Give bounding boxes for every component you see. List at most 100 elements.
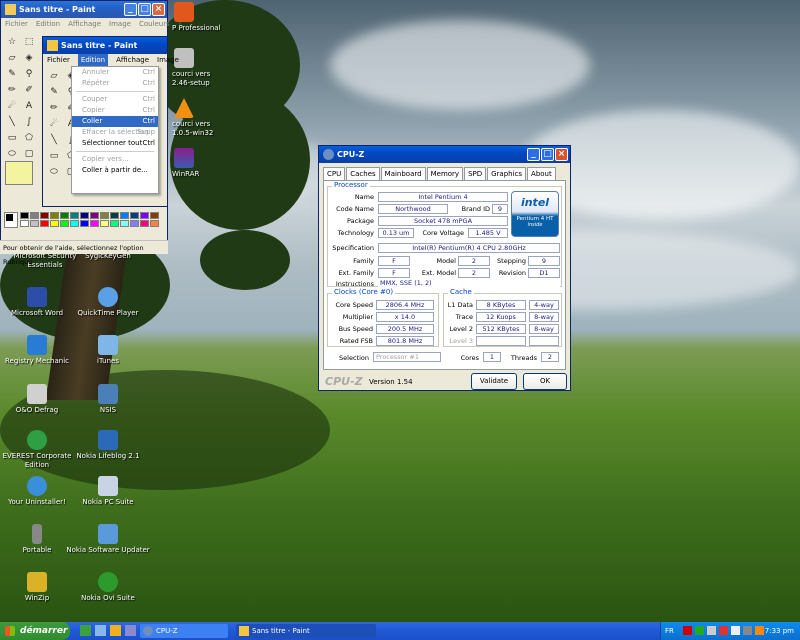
color-swatch[interactable] (120, 220, 129, 227)
color-swatch[interactable] (140, 220, 149, 227)
task-cpuz[interactable]: CPU-Z (140, 624, 228, 638)
quicklaunch-icon[interactable] (125, 625, 136, 636)
horizontal-scrollbar[interactable] (79, 193, 159, 201)
minimize-button[interactable]: _ (527, 148, 540, 161)
desktop-icon-ovi-suite[interactable]: Nokia Ovi Suite (63, 572, 153, 603)
tray-icon[interactable] (743, 626, 752, 635)
pencil-tool-icon[interactable]: ✏ (46, 101, 62, 116)
menu-item-copier[interactable]: Copier Ctrl (72, 105, 158, 116)
menu-fichier[interactable]: Fichier (5, 18, 28, 30)
eraser-tool-icon[interactable]: ▱ (46, 69, 62, 84)
curve-tool-icon[interactable]: ∫ (21, 115, 37, 130)
menu-affichage[interactable]: Affichage (68, 18, 101, 30)
color-swatch[interactable] (100, 220, 109, 227)
menu-item-copier-vers[interactable]: Copier vers... (72, 154, 158, 165)
color-swatch[interactable] (110, 212, 119, 219)
menu-item-coller[interactable]: Coller Ctrl (72, 116, 158, 127)
polygon-tool-icon[interactable]: ⬠ (21, 131, 37, 146)
desktop-icon-quicktime[interactable]: QuickTime Player (63, 287, 153, 318)
maximize-button[interactable]: □ (138, 3, 151, 16)
menu-edition[interactable]: Edition (36, 18, 60, 30)
color-swatch[interactable] (130, 220, 139, 227)
color-swatch[interactable] (60, 212, 69, 219)
tab-memory[interactable]: Memory (426, 167, 464, 180)
tray-icon[interactable] (695, 626, 704, 635)
language-indicator[interactable]: FR (665, 622, 674, 640)
quicklaunch-icon[interactable] (95, 625, 106, 636)
free-select-tool-icon[interactable]: ☆ (4, 35, 20, 50)
fill-tool-icon[interactable]: ◈ (21, 51, 37, 66)
color-swatch[interactable] (90, 212, 99, 219)
menu-help[interactable]: ? (178, 18, 182, 30)
close-button[interactable]: × (555, 148, 568, 161)
tray-icon[interactable] (755, 626, 764, 635)
quicklaunch-icon[interactable] (110, 625, 121, 636)
tray-icon[interactable] (683, 626, 692, 635)
start-button[interactable]: démarrer (0, 622, 70, 640)
color-swatch[interactable] (40, 212, 49, 219)
processor-select[interactable]: Processor #1 (373, 352, 441, 362)
desktop-icon-lifeblog[interactable]: Nokia Lifeblog 2.1 (63, 430, 153, 461)
quicklaunch-icon[interactable] (80, 625, 91, 636)
paint-front-titlebar[interactable]: Sans titre - Paint (43, 37, 167, 54)
tool-options-box[interactable] (5, 161, 33, 185)
tab-spd[interactable]: SPD (464, 167, 487, 180)
validate-button[interactable]: Validate (471, 373, 517, 390)
color-swatch[interactable] (90, 220, 99, 227)
color-swatch[interactable] (150, 220, 159, 227)
color-swatch[interactable] (80, 220, 89, 227)
color-swatch[interactable] (50, 220, 59, 227)
paint-back-titlebar[interactable]: Sans titre - Paint _ □ × (1, 1, 167, 18)
airbrush-tool-icon[interactable]: ☄ (4, 99, 20, 114)
menu-image[interactable]: Image (109, 18, 131, 30)
text-tool-icon[interactable]: A (21, 99, 37, 114)
rect-select-tool-icon[interactable]: ⬚ (21, 35, 37, 50)
color-swatch[interactable] (60, 220, 69, 227)
cpuz-titlebar[interactable]: CPU-Z _ □ × (319, 146, 570, 163)
color-swatch[interactable] (30, 220, 39, 227)
current-colors[interactable] (4, 212, 18, 228)
desktop-icon-software-updater[interactable]: Nokia Software Updater (63, 524, 153, 555)
line-tool-icon[interactable]: ╲ (46, 133, 62, 148)
menu-item-annuler[interactable]: Annuler Ctrl (72, 67, 158, 78)
menu-item-couper[interactable]: Couper Ctrl (72, 94, 158, 105)
tray-icon[interactable] (719, 626, 728, 635)
color-swatch[interactable] (50, 212, 59, 219)
desktop-icon-partial[interactable]: WinRAR (172, 148, 232, 179)
ellipse-tool-icon[interactable]: ⬭ (4, 147, 20, 162)
menu-couleurs[interactable]: Couleurs (139, 18, 170, 30)
ellipse-tool-icon[interactable]: ⬭ (46, 165, 62, 180)
color-swatch[interactable] (100, 212, 109, 219)
menu-item-effacer-selection[interactable]: Effacer la sélection Supp (72, 127, 158, 138)
tab-mainboard[interactable]: Mainboard (380, 167, 426, 180)
menu-item-coller-a-partir-de[interactable]: Coller à partir de... (72, 165, 158, 176)
brush-tool-icon[interactable]: ✐ (21, 83, 37, 98)
color-swatch[interactable] (20, 220, 29, 227)
airbrush-tool-icon[interactable]: ☄ (46, 117, 62, 132)
desktop-icon-pcsuite[interactable]: Nokia PC Suite (63, 476, 153, 507)
close-button[interactable]: × (152, 3, 165, 16)
desktop-icon-partial[interactable]: courci vers 1.0.5-win32 (172, 98, 232, 138)
color-swatch[interactable] (70, 220, 79, 227)
volume-icon[interactable] (731, 626, 740, 635)
color-swatch[interactable] (110, 220, 119, 227)
task-paint[interactable]: Sans titre - Paint (236, 624, 376, 638)
tab-about[interactable]: About (527, 167, 556, 180)
color-swatch[interactable] (70, 212, 79, 219)
menu-item-repeter[interactable]: Répéter Ctrl (72, 78, 158, 89)
line-tool-icon[interactable]: ╲ (4, 115, 20, 130)
rounded-rect-tool-icon[interactable]: ▢ (21, 147, 37, 162)
maximize-button[interactable]: □ (541, 148, 554, 161)
rectangle-tool-icon[interactable]: ▭ (46, 149, 62, 164)
ok-button[interactable]: OK (523, 373, 567, 390)
color-swatch[interactable] (80, 212, 89, 219)
paint-window-front[interactable]: Sans titre - Paint Fichier Edition Affic… (42, 36, 179, 207)
picker-tool-icon[interactable]: ✎ (46, 85, 62, 100)
color-swatch[interactable] (140, 212, 149, 219)
color-swatch[interactable] (120, 212, 129, 219)
color-swatch[interactable] (150, 212, 159, 219)
eraser-tool-icon[interactable]: ▱ (4, 51, 20, 66)
picker-tool-icon[interactable]: ✎ (4, 67, 20, 82)
menu-item-selectionner-tout[interactable]: Sélectionner tout Ctrl (72, 138, 158, 149)
menu-affichage[interactable]: Affichage (116, 54, 149, 66)
